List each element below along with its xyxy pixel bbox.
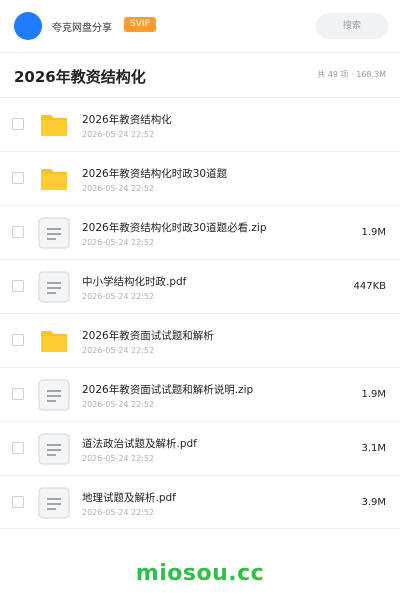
document-icon (38, 271, 70, 303)
document-icon (38, 217, 70, 249)
file-name: 2026年教资面试试题和解析说明.zip (82, 384, 254, 396)
file-list: 2026年教资结构化 2026-05-24 22:52 2026年教资结构化时政30… (0, 97, 400, 529)
file-name: 中小学结构化时政.pdf (82, 276, 187, 288)
file-name: 地理试题及解析.pdf (82, 492, 176, 504)
item-summary: 共 49 项 · 168.3M (317, 70, 386, 79)
file-row[interactable]: 2026年教资结构化时政30道题必看.zip 2026-05-24 22:52 1.… (0, 205, 400, 259)
file-row[interactable]: 2026年教资面试试题和解析 2026-05-24 22:52 (0, 313, 400, 367)
page-title: 2026年教资结构化 (14, 68, 146, 86)
file-date: 2026-05-24 22:52 (82, 454, 155, 463)
file-name: 2026年教资面试试题和解析 (82, 330, 214, 342)
file-row[interactable]: 道法政治试题及解析.pdf 2026-05-24 22:52 3.1M (0, 421, 400, 475)
document-icon (38, 487, 70, 519)
file-size: 3.9M (361, 497, 386, 508)
top-bar: 夸克网盘分享 SVIP 搜索 (0, 0, 400, 52)
document-icon (38, 379, 70, 411)
row-checkbox[interactable] (12, 226, 24, 238)
file-name: 2026年教资结构化时政30道题 (82, 168, 228, 180)
file-row[interactable]: 2026年教资结构化时政30道题 2026-05-24 22:52 (0, 151, 400, 205)
row-checkbox[interactable] (12, 172, 24, 184)
folder-icon (38, 163, 70, 195)
file-row[interactable]: 地理试题及解析.pdf 2026-05-24 22:52 3.9M (0, 475, 400, 529)
app-brand: 夸克网盘分享 (52, 23, 112, 34)
svip-badge: SVIP (124, 17, 156, 32)
row-checkbox[interactable] (12, 280, 24, 292)
row-checkbox[interactable] (12, 334, 24, 346)
file-date: 2026-05-24 22:52 (82, 346, 155, 355)
file-row[interactable]: 中小学结构化时政.pdf 2026-05-24 22:52 447KB (0, 259, 400, 313)
watermark-text: miosou.cc (135, 561, 265, 586)
row-checkbox[interactable] (12, 442, 24, 454)
file-row[interactable]: 2026年教资面试试题和解析说明.zip 2026-05-24 22:52 1.9M (0, 367, 400, 421)
file-name: 道法政治试题及解析.pdf (82, 438, 197, 450)
row-checkbox[interactable] (12, 388, 24, 400)
file-date: 2026-05-24 22:52 (82, 238, 155, 247)
file-size: 447KB (353, 281, 386, 292)
file-name: 2026年教资结构化 (82, 114, 172, 126)
file-name: 2026年教资结构化时政30道题必看.zip (82, 222, 267, 234)
file-date: 2026-05-24 22:52 (82, 292, 155, 301)
file-size: 1.9M (361, 227, 386, 238)
row-checkbox[interactable] (12, 118, 24, 130)
file-date: 2026-05-24 22:52 (82, 400, 155, 409)
file-row[interactable]: 2026年教资结构化 2026-05-24 22:52 (0, 97, 400, 151)
file-size: 1.9M (361, 389, 386, 400)
folder-icon (38, 325, 70, 357)
row-checkbox[interactable] (12, 496, 24, 508)
title-row: 2026年教资结构化 共 49 项 · 168.3M (0, 53, 400, 97)
folder-icon (38, 109, 70, 141)
document-icon (38, 433, 70, 465)
file-size: 3.1M (361, 443, 386, 454)
search-input[interactable]: 搜索 (316, 13, 388, 39)
file-date: 2026-05-24 22:52 (82, 508, 155, 517)
file-date: 2026-05-24 22:52 (82, 130, 155, 139)
file-date: 2026-05-24 22:52 (82, 184, 155, 193)
avatar[interactable] (14, 12, 42, 40)
